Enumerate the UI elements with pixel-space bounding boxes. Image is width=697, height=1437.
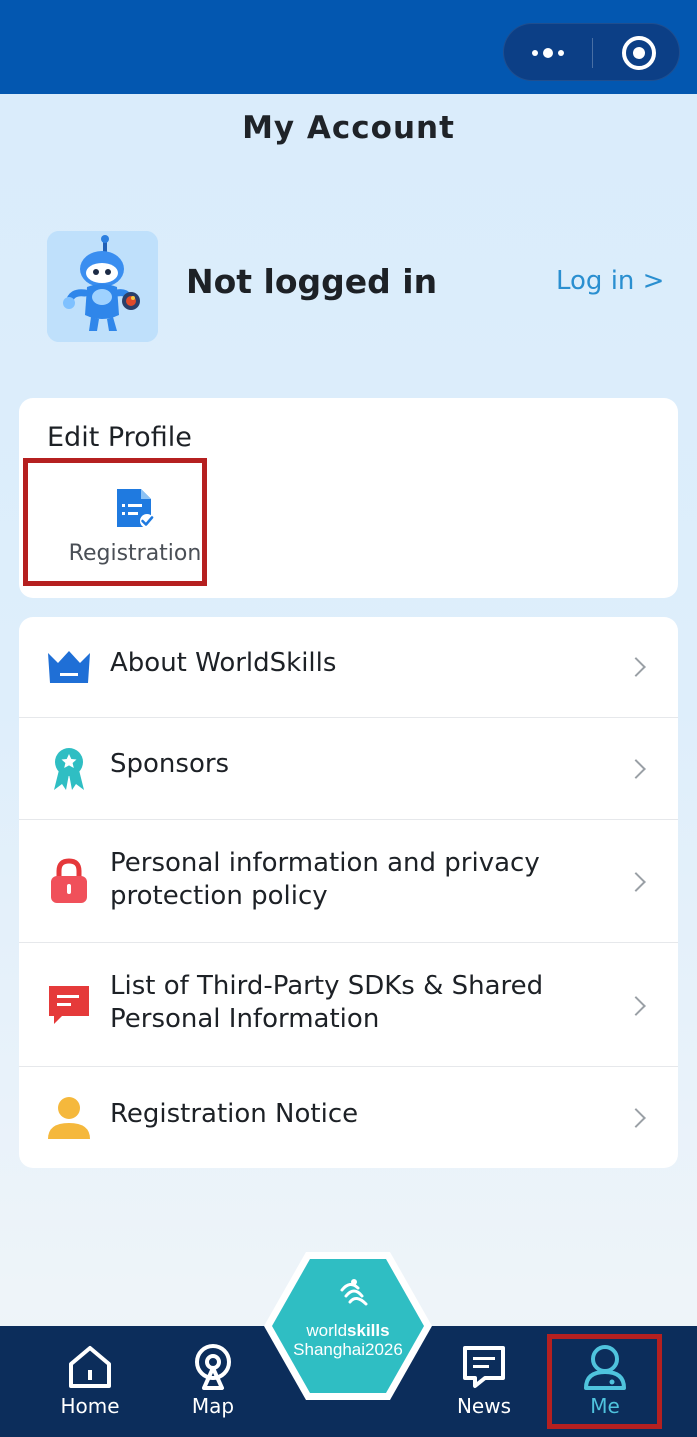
tab-label: Home <box>60 1394 120 1418</box>
capsule-divider <box>592 38 593 68</box>
edit-profile-title: Edit Profile <box>47 422 192 453</box>
crown-icon <box>48 651 90 683</box>
mini-program-capsule <box>503 23 680 81</box>
mascot-avatar <box>47 231 158 342</box>
tab-news[interactable]: News <box>444 1326 524 1437</box>
news-icon <box>463 1346 505 1388</box>
award-ribbon-icon <box>54 748 84 790</box>
chevron-right-icon <box>626 759 646 779</box>
more-dots-icon[interactable] <box>504 24 592 82</box>
page-title: My Account <box>242 110 455 146</box>
menu-item-privacy[interactable]: Personal information and privacy protect… <box>19 820 678 943</box>
me-tab-highlight-box <box>547 1334 662 1429</box>
login-link[interactable]: Log in > <box>556 266 664 296</box>
chevron-right-icon <box>626 657 646 677</box>
person-icon <box>48 1097 90 1139</box>
menu-item-third-party-sdks[interactable]: List of Third-Party SDKs & Shared Person… <box>19 943 678 1067</box>
target-close-icon[interactable] <box>622 36 656 70</box>
top-bar <box>0 0 697 94</box>
menu-item-about[interactable]: About WorldSkills <box>19 617 678 718</box>
logo-text-line2: Shanghai2026 <box>293 1340 403 1359</box>
menu-item-label: Registration Notice <box>110 1099 359 1129</box>
chevron-right-icon <box>626 1108 646 1128</box>
menu-item-registration-notice[interactable]: Registration Notice <box>19 1067 678 1168</box>
menu-list-card: About WorldSkills Sponsors Personal info… <box>19 617 678 1168</box>
home-icon <box>69 1346 111 1388</box>
menu-item-label: About WorldSkills <box>110 648 337 678</box>
tab-label: Map <box>191 1394 235 1418</box>
chevron-right-icon <box>626 872 646 892</box>
logo-text-line1: worldskills <box>306 1321 390 1340</box>
lock-icon <box>51 858 87 903</box>
login-status: Not logged in <box>186 262 438 301</box>
message-icon <box>49 986 89 1024</box>
menu-item-label: Sponsors <box>110 749 230 779</box>
menu-item-sponsors[interactable]: Sponsors <box>19 718 678 820</box>
tab-map[interactable]: Map <box>173 1326 253 1437</box>
tab-home[interactable]: Home <box>50 1326 130 1437</box>
tab-label: News <box>456 1394 512 1418</box>
map-pin-icon <box>195 1344 231 1390</box>
avatar <box>47 231 158 342</box>
menu-item-label: List of Third-Party SDKs & Shared Person… <box>110 971 544 1034</box>
registration-highlight-box <box>23 458 207 586</box>
menu-item-label: Personal information and privacy protect… <box>110 848 540 911</box>
chevron-right-icon <box>626 996 646 1016</box>
worldskills-logo-button[interactable]: worldskills Shanghai2026 <box>262 1250 434 1402</box>
